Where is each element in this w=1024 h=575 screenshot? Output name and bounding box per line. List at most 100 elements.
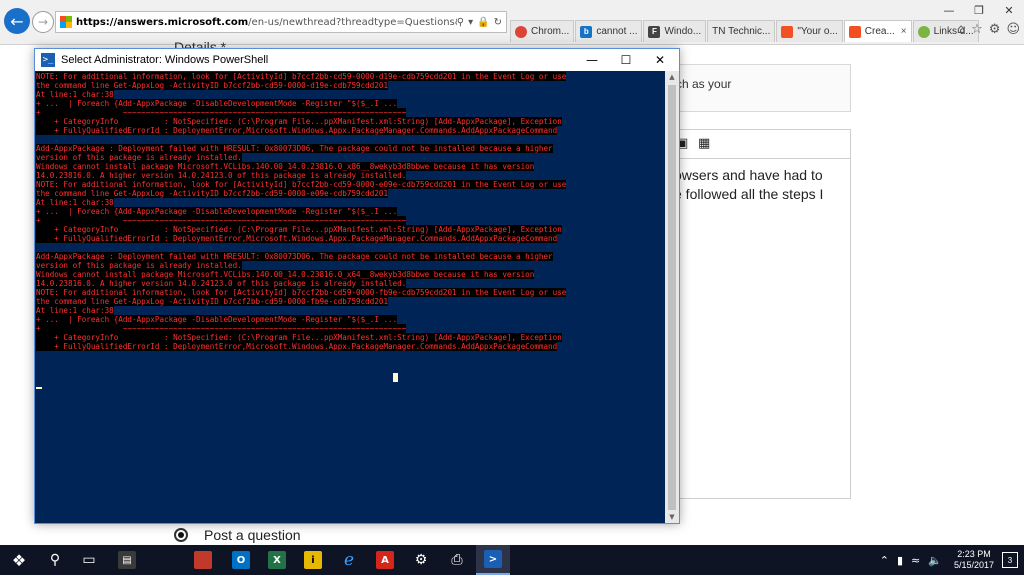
taskbar-outlook[interactable]: O bbox=[224, 545, 258, 575]
start-button[interactable]: ❖ bbox=[2, 545, 36, 575]
taskbar-info[interactable]: i bbox=[296, 545, 330, 575]
wifi-icon[interactable]: ≈ bbox=[911, 554, 920, 567]
excel-icon: X bbox=[268, 551, 286, 569]
console-output[interactable]: NOTE: For additional information, look f… bbox=[35, 71, 665, 523]
tab-create[interactable]: Crea... × bbox=[843, 20, 912, 42]
console-line: At line:1 char:38 bbox=[36, 90, 114, 99]
ps-maximize-button[interactable]: ☐ bbox=[609, 49, 643, 71]
links-icon bbox=[917, 25, 930, 38]
console-line: NOTE: For additional information, look f… bbox=[36, 72, 567, 81]
console-line: 14.0.23816.0. A higher version 14.0.2412… bbox=[36, 171, 407, 180]
powershell-titlebar[interactable]: >_ Select Administrator: Windows PowerSh… bbox=[35, 49, 679, 71]
scroll-thumb[interactable] bbox=[668, 85, 676, 510]
ps-minimize-button[interactable]: — bbox=[575, 49, 609, 71]
console-scrollbar[interactable]: ▲ ▼ bbox=[665, 71, 679, 523]
search-icon: ⚲ bbox=[49, 552, 61, 568]
console-line: NOTE: For additional information, look f… bbox=[36, 180, 567, 189]
taskbar-powershell[interactable]: > bbox=[476, 545, 510, 575]
console-line: + ... | Foreach {Add-AppxPackage -Disabl… bbox=[36, 315, 398, 324]
url-text: https://answers.microsoft.com/en-us/newt… bbox=[76, 16, 457, 28]
ms-icon bbox=[848, 25, 861, 38]
console-line: At line:1 char:38 bbox=[36, 306, 114, 315]
task-view-icon: ▭ bbox=[82, 552, 96, 568]
home-icon[interactable]: ⌂ bbox=[957, 22, 965, 37]
app-icon bbox=[194, 551, 212, 569]
forward-button[interactable]: → bbox=[32, 11, 54, 33]
browser-toolbar: ← → https://answers.microsoft.com/en-us/… bbox=[0, 0, 1024, 45]
post-question-radio[interactable] bbox=[174, 528, 188, 542]
minimize-button[interactable]: — bbox=[934, 0, 964, 20]
search-icon[interactable]: ⚲ bbox=[457, 17, 464, 28]
taskbar-printer[interactable]: ⎙ bbox=[440, 545, 474, 575]
message-editor[interactable]: ▣ ▦ owsers and have had to e followed al… bbox=[672, 129, 851, 499]
ps-close-button[interactable]: ✕ bbox=[643, 49, 677, 71]
editor-text: owsers and have had to e followed all th… bbox=[674, 167, 824, 202]
powershell-window: >_ Select Administrator: Windows PowerSh… bbox=[34, 48, 680, 524]
search-button[interactable]: ⚲ bbox=[38, 545, 72, 575]
volume-icon[interactable]: 🔈 bbox=[928, 554, 942, 567]
console-line: Add-AppxPackage : Deployment failed with… bbox=[36, 144, 553, 153]
console-line: version of this package is already insta… bbox=[36, 261, 242, 270]
console-line: + CategoryInfo : NotSpecified: (C:\Progr… bbox=[36, 225, 562, 234]
taskbar-acrobat[interactable]: A bbox=[368, 545, 402, 575]
console-line: + ... | Foreach {Add-AppxPackage -Disabl… bbox=[36, 99, 398, 108]
console-line: the command line Get-AppxLog -ActivityID… bbox=[36, 297, 389, 306]
table-icon[interactable]: ▦ bbox=[698, 136, 710, 151]
dropdown-icon[interactable]: ▾ bbox=[468, 17, 473, 28]
star-icon[interactable]: ☆ bbox=[971, 22, 983, 37]
console-line: Windows cannot install package Microsoft… bbox=[36, 270, 535, 279]
console-line: the command line Get-AppxLog -ActivityID… bbox=[36, 81, 389, 90]
notification-center-icon[interactable]: 3 bbox=[1002, 552, 1018, 568]
console-line: 14.0.23816.0. A higher version 14.0.2412… bbox=[36, 279, 407, 288]
restore-button[interactable]: ❐ bbox=[964, 0, 994, 20]
taskbar-ie[interactable]: ℯ bbox=[332, 545, 366, 575]
battery-icon[interactable]: ▮ bbox=[897, 554, 903, 567]
ms-logo-icon bbox=[60, 16, 72, 28]
lock-icon[interactable]: 🔒 bbox=[477, 17, 489, 28]
tab-your-o[interactable]: "Your o... bbox=[776, 20, 843, 42]
taskbar-app-red[interactable] bbox=[186, 545, 220, 575]
clock[interactable]: 2:23 PM 5/15/2017 bbox=[954, 549, 994, 571]
chrome-icon bbox=[515, 25, 527, 38]
acrobat-icon: A bbox=[376, 551, 394, 569]
tab-strip: Chrom... b cannot ... F Windo... TN Techni… bbox=[510, 20, 980, 42]
taskbar-settings[interactable]: ⚙ bbox=[404, 545, 438, 575]
taskbar-excel[interactable]: X bbox=[260, 545, 294, 575]
info-icon: i bbox=[304, 551, 322, 569]
chevron-up-icon[interactable]: ⌃ bbox=[880, 554, 889, 567]
windows-logo-icon: ❖ bbox=[11, 550, 27, 570]
address-bar[interactable]: https://answers.microsoft.com/en-us/newt… bbox=[55, 11, 507, 33]
system-tray: ⌃ ▮ ≈ 🔈 2:23 PM 5/15/2017 3 bbox=[876, 545, 1024, 575]
console-selection-marker bbox=[393, 373, 398, 382]
console-line: + ... | Foreach {Add-AppxPackage -Disabl… bbox=[36, 207, 398, 216]
tab-windows[interactable]: F Windo... bbox=[643, 20, 707, 42]
post-question-option[interactable]: Post a question bbox=[174, 527, 301, 543]
description-field[interactable]: ch as your bbox=[672, 64, 851, 112]
scroll-up-icon[interactable]: ▲ bbox=[665, 71, 679, 83]
console-line: + FullyQualifiedErrorId : DeploymentErro… bbox=[36, 342, 558, 351]
tab-chrome[interactable]: Chrom... bbox=[510, 20, 575, 42]
tab-technet[interactable]: TN Technic... bbox=[707, 20, 776, 42]
gear-icon[interactable]: ⚙ bbox=[989, 22, 1001, 37]
scroll-down-icon[interactable]: ▼ bbox=[665, 511, 679, 523]
console-line: + ~~~~~~~~~~~~~~~~~~~~~~~~~~~~~~~~~~~~~~… bbox=[36, 108, 407, 117]
taskbar-store[interactable]: ▤ bbox=[110, 545, 144, 575]
arrow-left-icon: ← bbox=[10, 11, 24, 31]
ie-icon: ℯ bbox=[343, 550, 355, 570]
windows-f-icon: F bbox=[648, 25, 661, 38]
bing-icon: b bbox=[580, 25, 593, 38]
close-window-button[interactable]: ✕ bbox=[994, 0, 1024, 20]
console-line: NOTE: For additional information, look f… bbox=[36, 288, 567, 297]
powershell-icon: > bbox=[484, 550, 502, 568]
console-cursor bbox=[36, 387, 42, 389]
task-view-button[interactable]: ▭ bbox=[72, 545, 106, 575]
console-line: Windows cannot install package Microsoft… bbox=[36, 162, 535, 171]
smiley-icon[interactable]: ☺ bbox=[1006, 22, 1020, 37]
back-button[interactable]: ← bbox=[4, 8, 30, 34]
gear-icon: ⚙ bbox=[414, 552, 428, 568]
tab-bing[interactable]: b cannot ... bbox=[575, 20, 643, 42]
close-tab-icon[interactable]: × bbox=[901, 26, 907, 37]
refresh-icon[interactable]: ↻ bbox=[494, 17, 502, 28]
console-line: + FullyQualifiedErrorId : DeploymentErro… bbox=[36, 234, 558, 243]
